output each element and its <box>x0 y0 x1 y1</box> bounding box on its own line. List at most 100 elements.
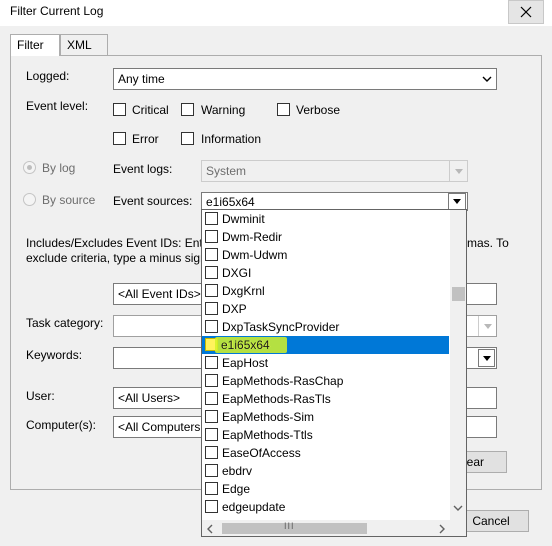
close-button[interactable] <box>508 0 544 24</box>
list-item[interactable]: DxpTaskSyncProvider <box>202 318 449 336</box>
chevron-down-icon <box>478 69 496 89</box>
event-ids-help-line1: Includes/Excludes Event IDs: Ente <box>26 236 210 250</box>
list-item[interactable]: EapMethods-RasChap <box>202 372 449 390</box>
list-item-label: EapMethods-RasTls <box>222 392 331 406</box>
list-item-checkbox[interactable] <box>205 464 218 477</box>
list-item-checkbox[interactable] <box>205 356 218 369</box>
list-item-label: Dwminit <box>222 212 265 226</box>
list-item-label: DXP <box>222 302 247 316</box>
list-item-label: EaseOfAccess <box>222 446 301 460</box>
vertical-scrollbar[interactable] <box>450 210 466 520</box>
chevron-down-icon <box>449 161 467 181</box>
list-item-label: DxpTaskSyncProvider <box>222 320 340 334</box>
information-checkbox[interactable] <box>181 132 194 145</box>
list-item-label: EapHost <box>222 356 269 370</box>
list-item[interactable]: Dwminit <box>202 210 449 228</box>
list-item[interactable]: EapHost <box>202 354 449 372</box>
information-label: Information <box>201 132 262 146</box>
error-label: Error <box>132 132 159 146</box>
list-item-checkbox[interactable] <box>205 428 218 441</box>
chevron-down-icon <box>478 349 495 367</box>
list-item-checkbox[interactable] <box>205 374 218 387</box>
list-item[interactable]: EaseOfAccess <box>202 444 449 462</box>
list-item-checkbox[interactable] <box>205 500 218 513</box>
list-item-label: DXGI <box>222 266 252 280</box>
by-log-label: By log <box>42 161 76 175</box>
event-level-label: Event level: <box>26 99 89 113</box>
tab-xml-label: XML <box>67 38 92 52</box>
list-item-label: Dwm-Redir <box>222 230 282 244</box>
event-ids-help-line1-end: mas. To <box>467 236 509 250</box>
scroll-down-icon[interactable] <box>453 504 463 512</box>
list-item-checkbox[interactable] <box>205 320 218 333</box>
list-item[interactable]: Edge <box>202 480 449 498</box>
list-item[interactable]: DXGI <box>202 264 449 282</box>
event-sources-dropdown-list[interactable]: Dwminit Dwm-Redir Dwm-Udwm DXGI DxgKrnl DXP Dx… <box>201 209 467 537</box>
list-item-checkbox[interactable] <box>205 446 218 459</box>
list-item[interactable]: Dwm-Redir <box>202 228 449 246</box>
logged-select[interactable]: Any time <box>113 68 497 90</box>
list-item-label: Dwm-Udwm <box>222 248 288 262</box>
list-item-checkbox[interactable] <box>205 392 218 405</box>
scrollbar-corner <box>450 520 466 536</box>
verbose-checkbox[interactable] <box>277 103 290 116</box>
scroll-right-icon[interactable] <box>438 524 446 534</box>
vertical-scrollbar-thumb[interactable] <box>452 287 465 301</box>
scrollbar-grip: III <box>284 521 295 531</box>
list-item-checkbox[interactable] <box>205 482 218 495</box>
event-logs-value: System <box>206 164 247 178</box>
list-item[interactable]: EapMethods-Sim <box>202 408 449 426</box>
scroll-left-icon[interactable] <box>206 524 214 534</box>
list-item[interactable]: EapMethods-Ttls <box>202 426 449 444</box>
list-item-label: EapMethods-RasChap <box>222 374 344 388</box>
tab-filter-label: Filter <box>17 38 44 52</box>
event-ids-value: <All Event IDs> <box>118 287 201 301</box>
event-logs-select: System <box>201 160 468 182</box>
list-item-checkbox[interactable] <box>205 266 218 279</box>
list-item[interactable]: edgeupdate <box>202 498 449 516</box>
cancel-button-label: Cancel <box>472 514 510 528</box>
list-item[interactable]: EapMethods-RasTls <box>202 390 449 408</box>
list-item-checkbox[interactable] <box>205 410 218 423</box>
title-bar: Filter Current Log <box>0 0 552 26</box>
user-label: User: <box>26 389 55 403</box>
list-item[interactable]: ebdrv <box>202 462 449 480</box>
chevron-down-icon <box>478 316 496 336</box>
list-item-label: Edge <box>222 482 251 496</box>
event-sources-value: e1i65x64 <box>206 195 255 209</box>
verbose-label: Verbose <box>296 103 341 117</box>
computers-value: <All Computers <box>118 420 201 434</box>
by-log-radio[interactable] <box>23 161 36 174</box>
event-sources-label: Event sources: <box>113 194 193 208</box>
user-value: <All Users> <box>118 391 181 405</box>
warning-checkbox[interactable] <box>181 103 194 116</box>
list-item-checkbox[interactable] <box>205 302 218 315</box>
list-item-label: edgeupdate <box>222 500 286 514</box>
window-title: Filter Current Log <box>10 4 104 18</box>
task-category-label: Task category: <box>26 316 104 330</box>
error-checkbox[interactable] <box>113 132 126 145</box>
list-item-label: DxgKrnl <box>222 284 265 298</box>
event-sources-dropdown-button[interactable] <box>448 193 466 210</box>
by-source-radio[interactable] <box>23 193 36 206</box>
tab-filter[interactable]: Filter <box>10 34 60 56</box>
list-item[interactable]: DxgKrnl <box>202 282 449 300</box>
list-item-checkbox[interactable] <box>205 230 218 243</box>
list-item-label: EapMethods-Ttls <box>222 428 313 442</box>
close-icon <box>520 6 532 18</box>
list-item-checkbox[interactable] <box>205 248 218 261</box>
list-item-checkbox[interactable] <box>205 212 218 225</box>
warning-label: Warning <box>201 103 246 117</box>
critical-checkbox[interactable] <box>113 103 126 116</box>
computers-label: Computer(s): <box>26 418 97 432</box>
list-item[interactable]: DXP <box>202 300 449 318</box>
clear-button-label: ear <box>466 455 484 469</box>
event-ids-help-line2: exclude criteria, type a minus sign <box>26 251 207 265</box>
by-source-label: By source <box>42 193 96 207</box>
event-logs-label: Event logs: <box>113 162 173 176</box>
tab-xml[interactable]: XML <box>60 34 108 55</box>
logged-label: Logged: <box>26 69 70 83</box>
horizontal-scrollbar-thumb[interactable]: III <box>222 521 367 534</box>
list-item-checkbox[interactable] <box>205 284 218 297</box>
list-item[interactable]: Dwm-Udwm <box>202 246 449 264</box>
